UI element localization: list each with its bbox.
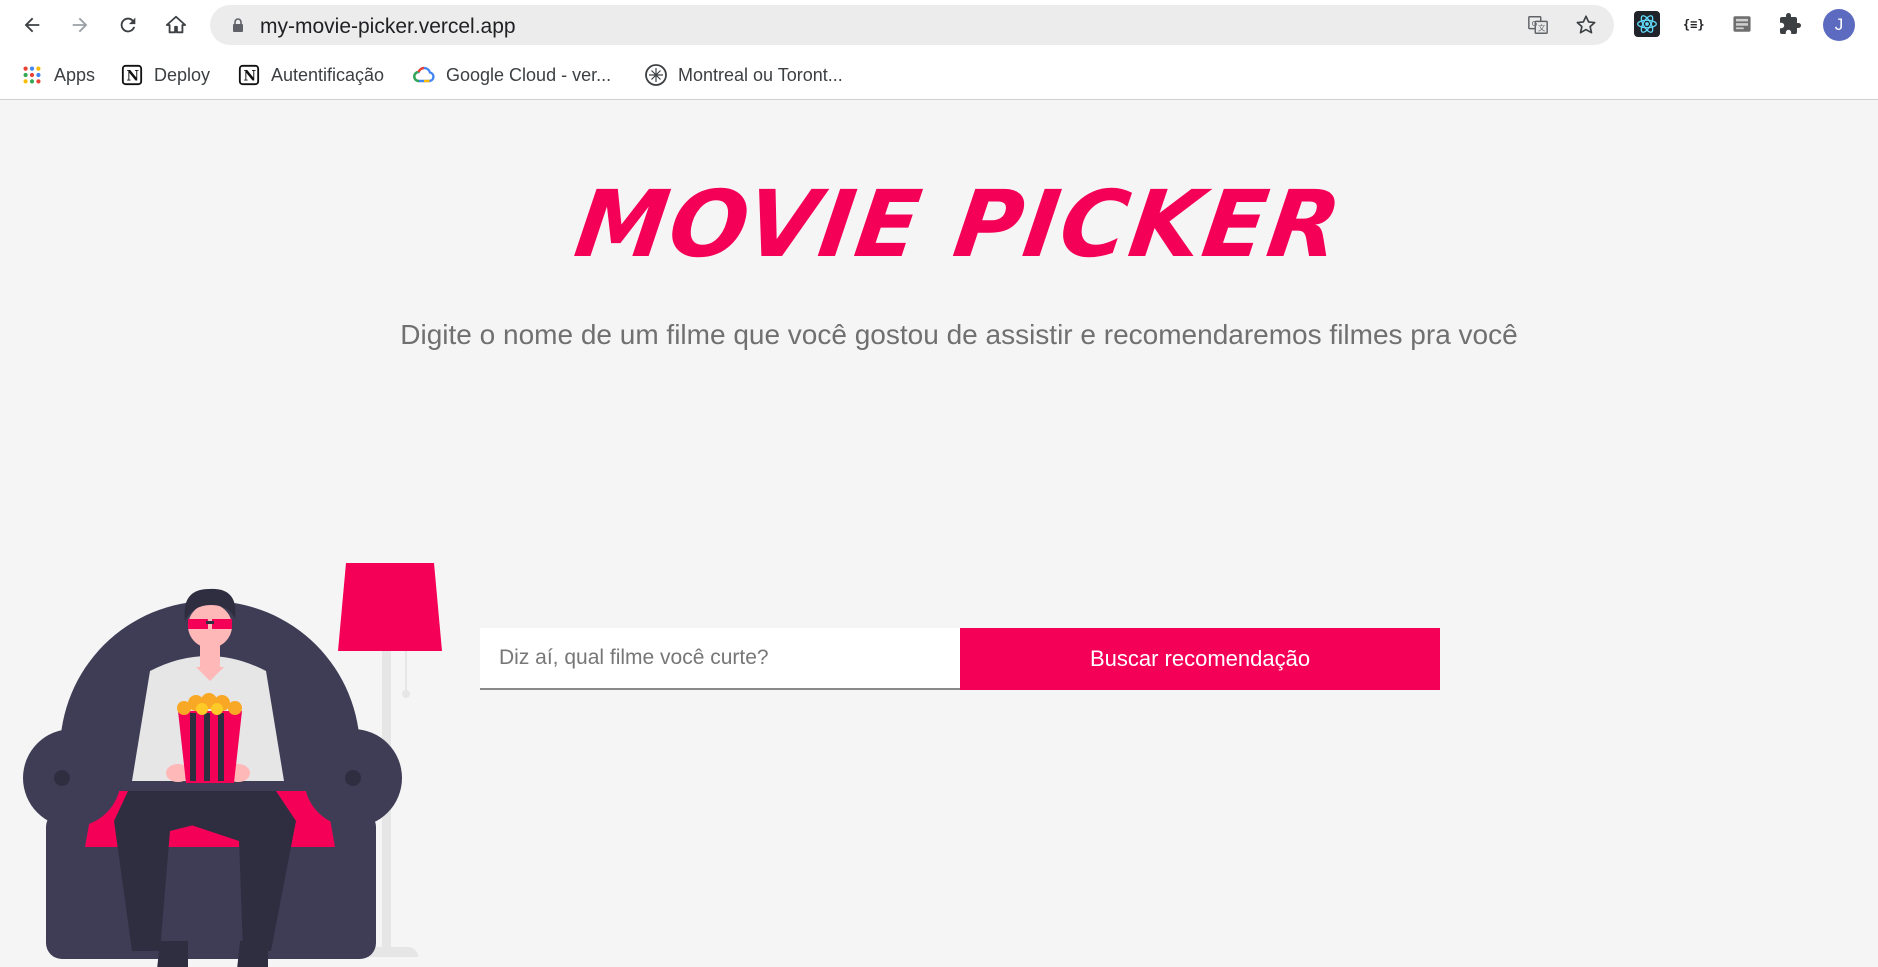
bookmark-google-cloud[interactable]: Google Cloud - ver... (412, 61, 611, 89)
arrow-right-icon (72, 17, 88, 33)
bookmark-apps[interactable]: Apps (20, 61, 95, 89)
page-title: MOVIE PICKER (568, 171, 1349, 278)
svg-text:G: G (1532, 19, 1538, 28)
forward-button[interactable] (64, 9, 96, 41)
url-text: my-movie-picker.vercel.app (260, 15, 516, 38)
translate-icon[interactable]: G文 (1526, 13, 1550, 37)
svg-text:{≡}: {≡} (1683, 18, 1705, 32)
bookmarks-bar: Apps N Deploy N Autentificação Google Cl… (0, 50, 1878, 100)
json-formatter-icon[interactable]: {≡} (1680, 10, 1708, 38)
address-bar[interactable]: my-movie-picker.vercel.app G文 (210, 5, 1614, 45)
extension-box-icon[interactable] (1728, 10, 1756, 38)
compass-icon (644, 63, 668, 87)
bookmark-label: Deploy (154, 64, 211, 85)
svg-text:N: N (244, 69, 257, 85)
movie-watcher-illustration (23, 563, 442, 967)
back-button[interactable] (16, 9, 48, 41)
bookmark-label: Autentificação (271, 64, 385, 85)
home-button[interactable] (160, 9, 192, 41)
notion-icon: N (237, 63, 261, 87)
notion-icon: N (120, 63, 144, 87)
bookmark-label: Montreal ou Toront... (678, 64, 843, 85)
google-cloud-icon (412, 63, 436, 87)
page-content: MOVIE PICKER Digite o nome de um filme q… (0, 101, 1878, 967)
bookmark-label: Apps (54, 64, 96, 85)
bookmark-star-icon[interactable] (1574, 13, 1598, 37)
popcorn-bucket-illustration (177, 693, 242, 783)
search-recommendation-button[interactable]: Buscar recomendação (960, 628, 1440, 690)
apps-grid-icon (20, 63, 44, 87)
lock-icon (233, 18, 243, 32)
home-icon (165, 15, 187, 34)
reload-icon (120, 17, 136, 33)
browser-toolbar: my-movie-picker.vercel.app G文 {≡} J (0, 0, 1878, 50)
reload-button[interactable] (112, 9, 144, 41)
arrow-left-icon (24, 17, 40, 33)
profile-avatar[interactable]: J (1823, 9, 1855, 41)
bookmark-montreal[interactable]: Montreal ou Toront... (644, 61, 843, 89)
puzzle-icon[interactable] (1776, 10, 1804, 38)
movie-search-input[interactable] (480, 628, 960, 690)
svg-text:文: 文 (1538, 24, 1546, 33)
bookmark-deploy[interactable]: N Deploy (120, 61, 210, 89)
page-subtitle: Digite o nome de um filme que você gosto… (400, 319, 1518, 350)
bookmark-label: Google Cloud - ver... (446, 64, 612, 85)
bookmark-autentificacao[interactable]: N Autentificação (237, 61, 384, 89)
react-devtools-icon[interactable] (1633, 10, 1661, 38)
svg-text:N: N (127, 69, 140, 85)
